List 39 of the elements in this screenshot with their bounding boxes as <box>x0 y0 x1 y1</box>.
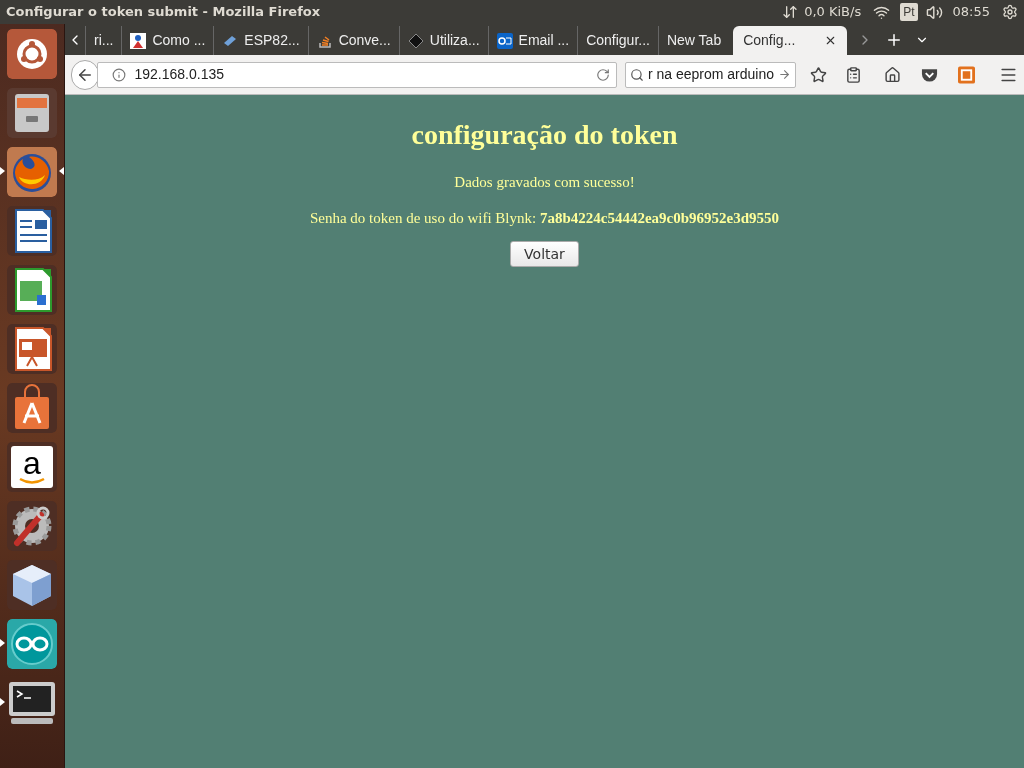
network-speed: 0,0 KiB/s <box>804 3 862 22</box>
file-cabinet-icon[interactable] <box>7 88 57 138</box>
info-icon[interactable] <box>112 67 127 82</box>
token-line: Senha do token de uso do wifi Blynk: 7a8b4224c54442ea9c0b96952e3d9550 <box>309 208 780 228</box>
cube-icon[interactable] <box>7 560 57 610</box>
url-field[interactable]: 192.168.0.135 <box>97 61 617 88</box>
browser-tab[interactable]: Config... <box>733 26 848 55</box>
search-icon <box>629 67 644 82</box>
back-page-button[interactable]: Voltar <box>510 241 579 267</box>
reload-icon[interactable] <box>595 67 610 82</box>
wrench-gear-icon[interactable] <box>7 501 57 551</box>
presentation-icon[interactable] <box>7 324 57 374</box>
extension-icon[interactable] <box>958 65 976 84</box>
diamond-icon <box>407 32 424 49</box>
settings-icon[interactable] <box>1002 4 1018 20</box>
infinity-icon[interactable] <box>7 619 57 669</box>
reading-list-icon[interactable] <box>845 65 862 84</box>
spreadsheet-icon[interactable] <box>7 265 57 315</box>
home-icon[interactable] <box>884 65 902 84</box>
shopping-bag-icon[interactable] <box>7 383 57 433</box>
window-title: Configurar o token submit - Mozilla Firefox <box>6 3 322 22</box>
search-field[interactable]: r na eeprom arduino <box>624 61 796 88</box>
text-document-icon[interactable] <box>7 206 57 256</box>
success-message: Dados gravados com sucesso! <box>454 173 635 192</box>
clock[interactable]: 08:55 <box>952 2 990 22</box>
figure-icon <box>130 32 147 49</box>
network-icon[interactable] <box>782 4 799 20</box>
mail-icon <box>496 32 513 49</box>
firefox-icon[interactable] <box>7 147 57 197</box>
page-heading: configuração do token <box>411 118 678 152</box>
keyboard-indicator[interactable]: Pt <box>900 3 918 21</box>
logo-letter: a <box>23 449 41 477</box>
volume-icon[interactable] <box>925 3 943 21</box>
launcher-tile[interactable]: a <box>7 442 57 492</box>
bookmark-star-icon[interactable] <box>810 65 827 84</box>
back-button[interactable] <box>71 59 100 90</box>
ubuntu-logo-icon[interactable] <box>7 29 57 79</box>
go-icon[interactable] <box>778 68 791 81</box>
pocket-icon[interactable] <box>921 66 939 83</box>
